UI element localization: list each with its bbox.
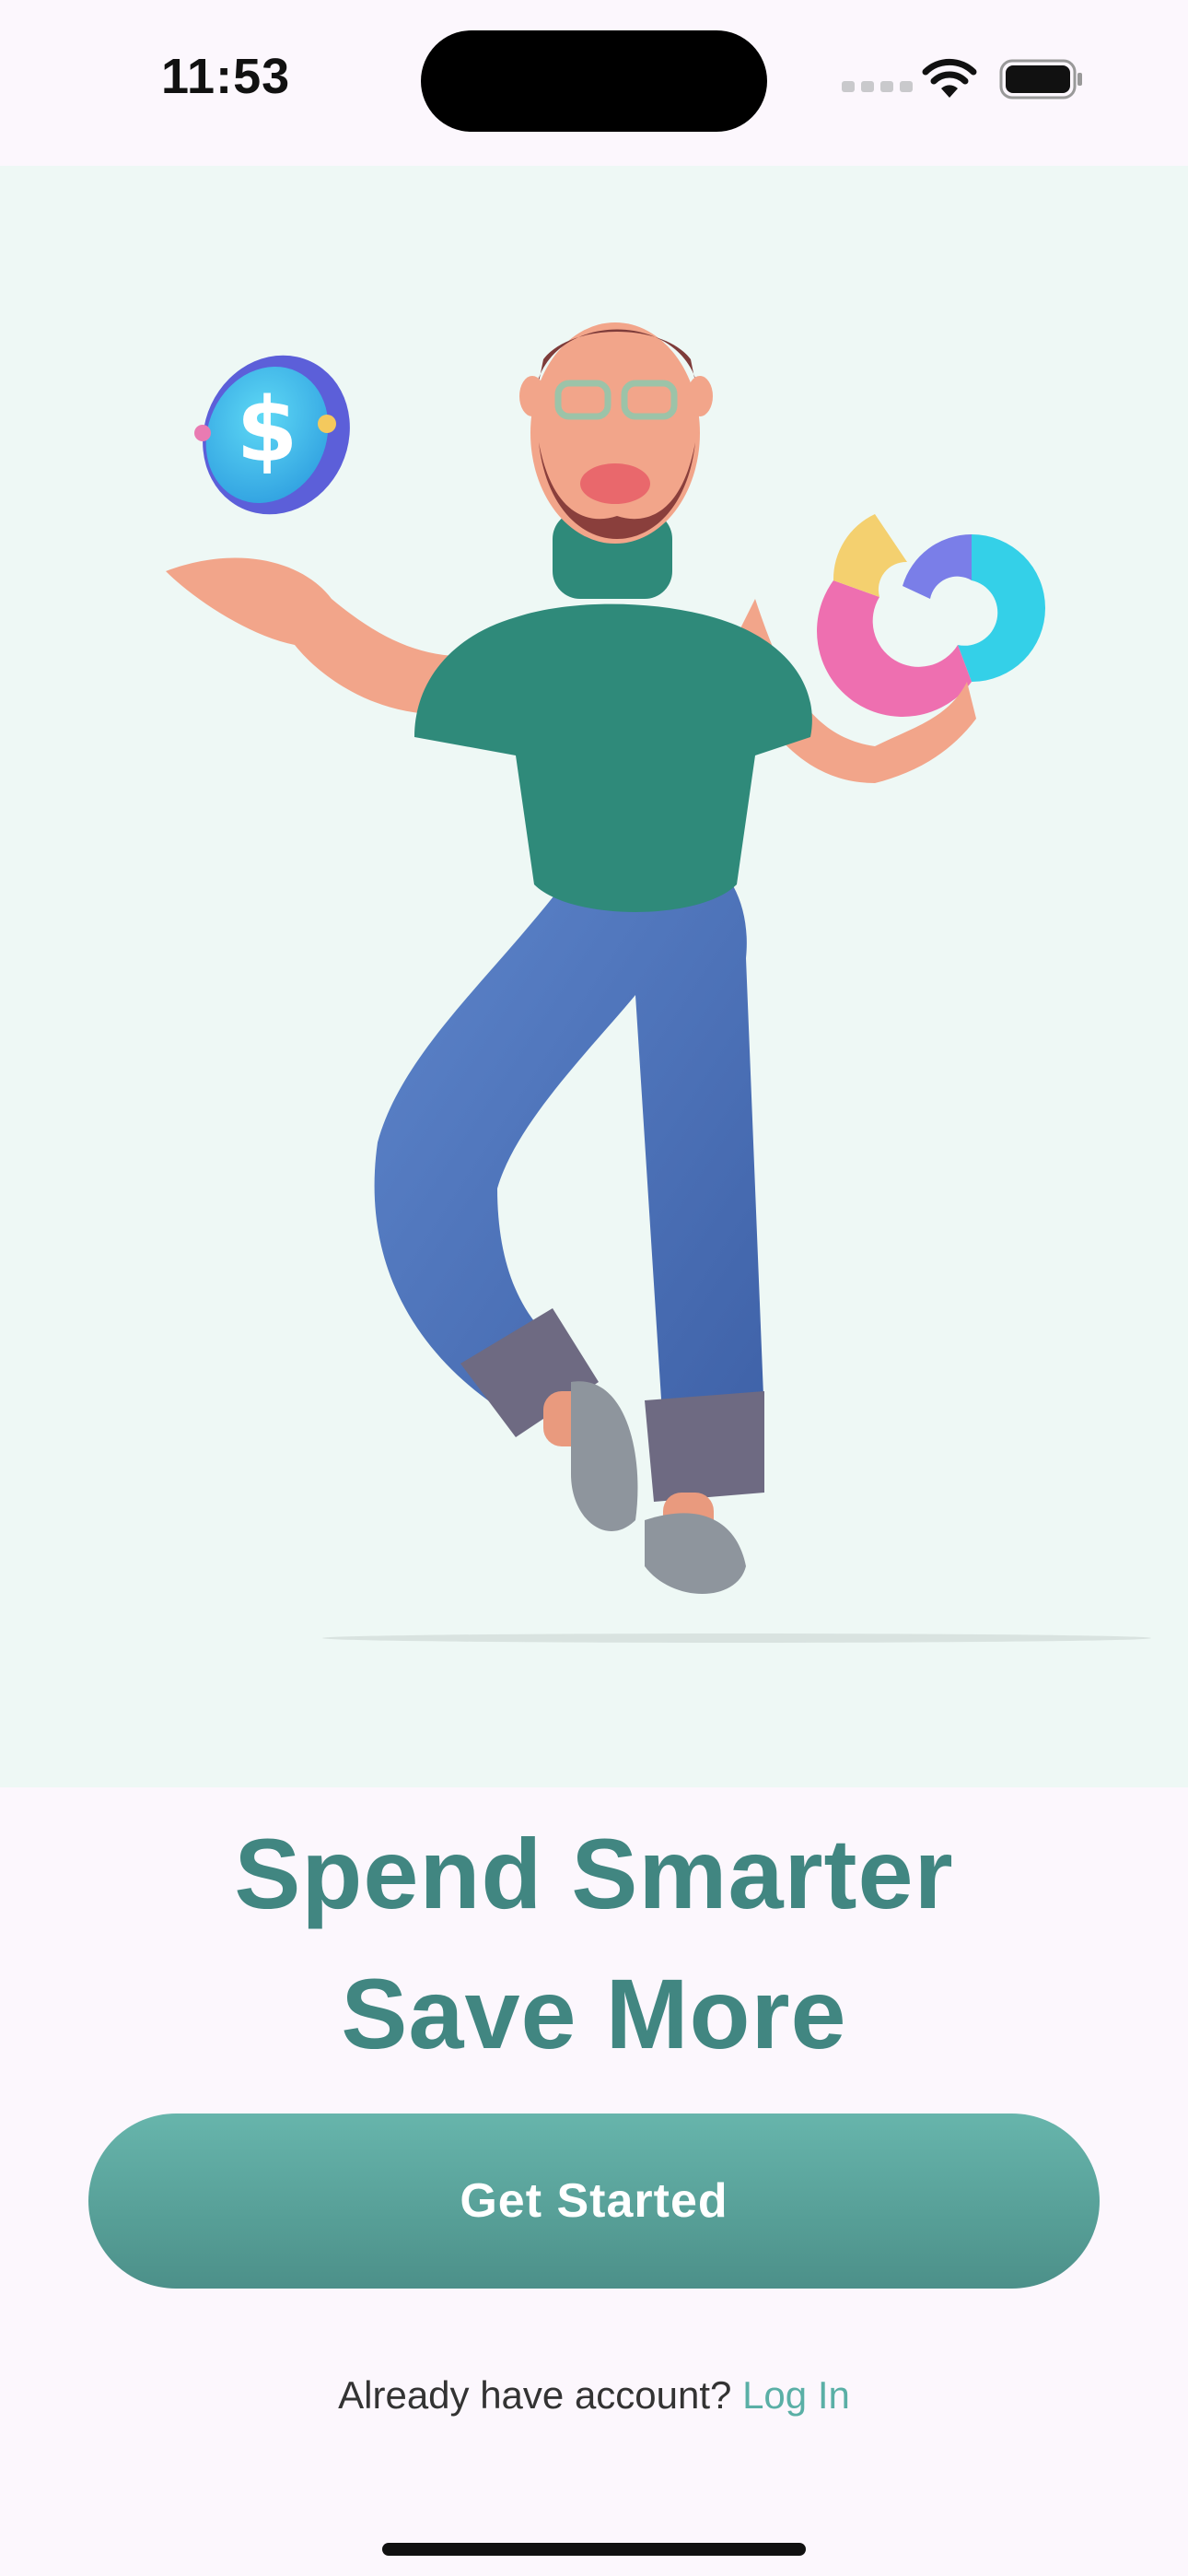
character-body bbox=[166, 322, 976, 1594]
status-bar: 11:53 bbox=[0, 0, 1188, 166]
dollar-coin-icon: $ bbox=[194, 355, 350, 515]
status-time: 11:53 bbox=[161, 49, 291, 104]
cellular-signal-icon bbox=[842, 81, 913, 92]
hero-illustration: $ bbox=[0, 166, 1188, 1787]
login-prompt-text: Already have account? bbox=[338, 2373, 743, 2417]
character-illustration: $ bbox=[166, 322, 1151, 1643]
home-indicator[interactable] bbox=[382, 2543, 806, 2556]
pie-chart-icon bbox=[817, 514, 1045, 717]
battery-icon bbox=[999, 59, 1082, 100]
wifi-icon bbox=[922, 58, 977, 98]
log-in-link[interactable]: Log In bbox=[742, 2373, 850, 2417]
headline-line-2: Save More bbox=[341, 1958, 847, 2069]
svg-text:$: $ bbox=[237, 379, 298, 482]
dynamic-island bbox=[421, 30, 767, 132]
page-title: Spend Smarter Save More bbox=[0, 1804, 1188, 2084]
headline-line-1: Spend Smarter bbox=[234, 1818, 954, 1929]
get-started-button[interactable]: Get Started bbox=[88, 2113, 1100, 2289]
login-prompt-row: Already have account? Log In bbox=[0, 2373, 1188, 2418]
